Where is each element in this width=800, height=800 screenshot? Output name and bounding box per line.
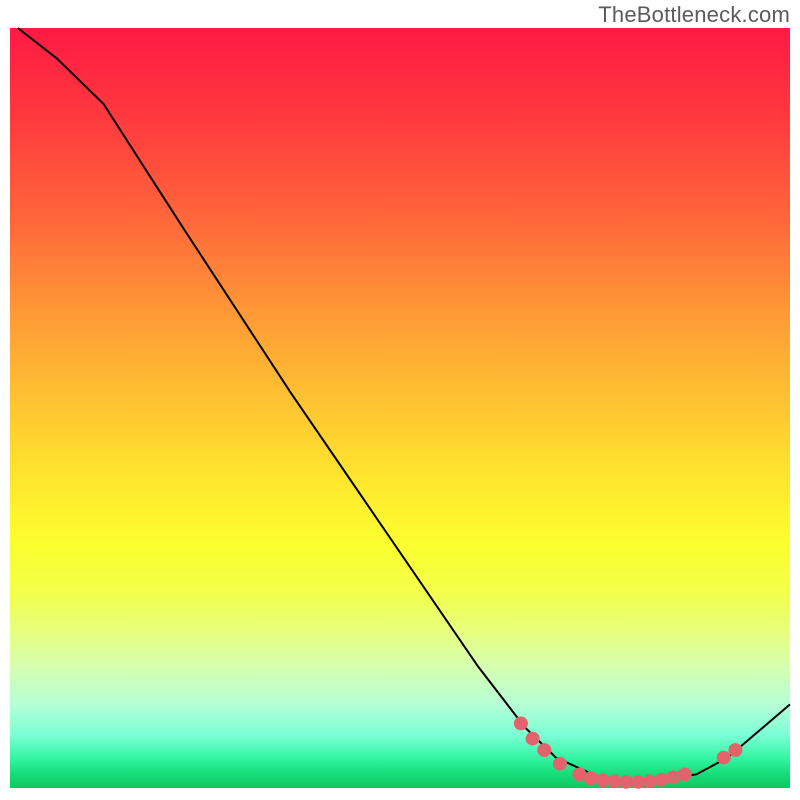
marker-group	[514, 717, 743, 789]
data-marker	[584, 771, 598, 785]
curve-layer	[10, 28, 790, 788]
data-marker	[728, 743, 742, 757]
data-marker	[553, 757, 567, 771]
data-marker	[526, 732, 540, 746]
chart-container: TheBottleneck.com	[0, 0, 800, 800]
bottleneck-curve	[18, 28, 790, 782]
plot-area	[10, 28, 790, 788]
data-marker	[678, 767, 692, 781]
watermark-label: TheBottleneck.com	[598, 2, 790, 28]
data-marker	[514, 717, 528, 731]
data-marker	[654, 773, 668, 787]
data-marker	[717, 751, 731, 765]
data-marker	[537, 743, 551, 757]
